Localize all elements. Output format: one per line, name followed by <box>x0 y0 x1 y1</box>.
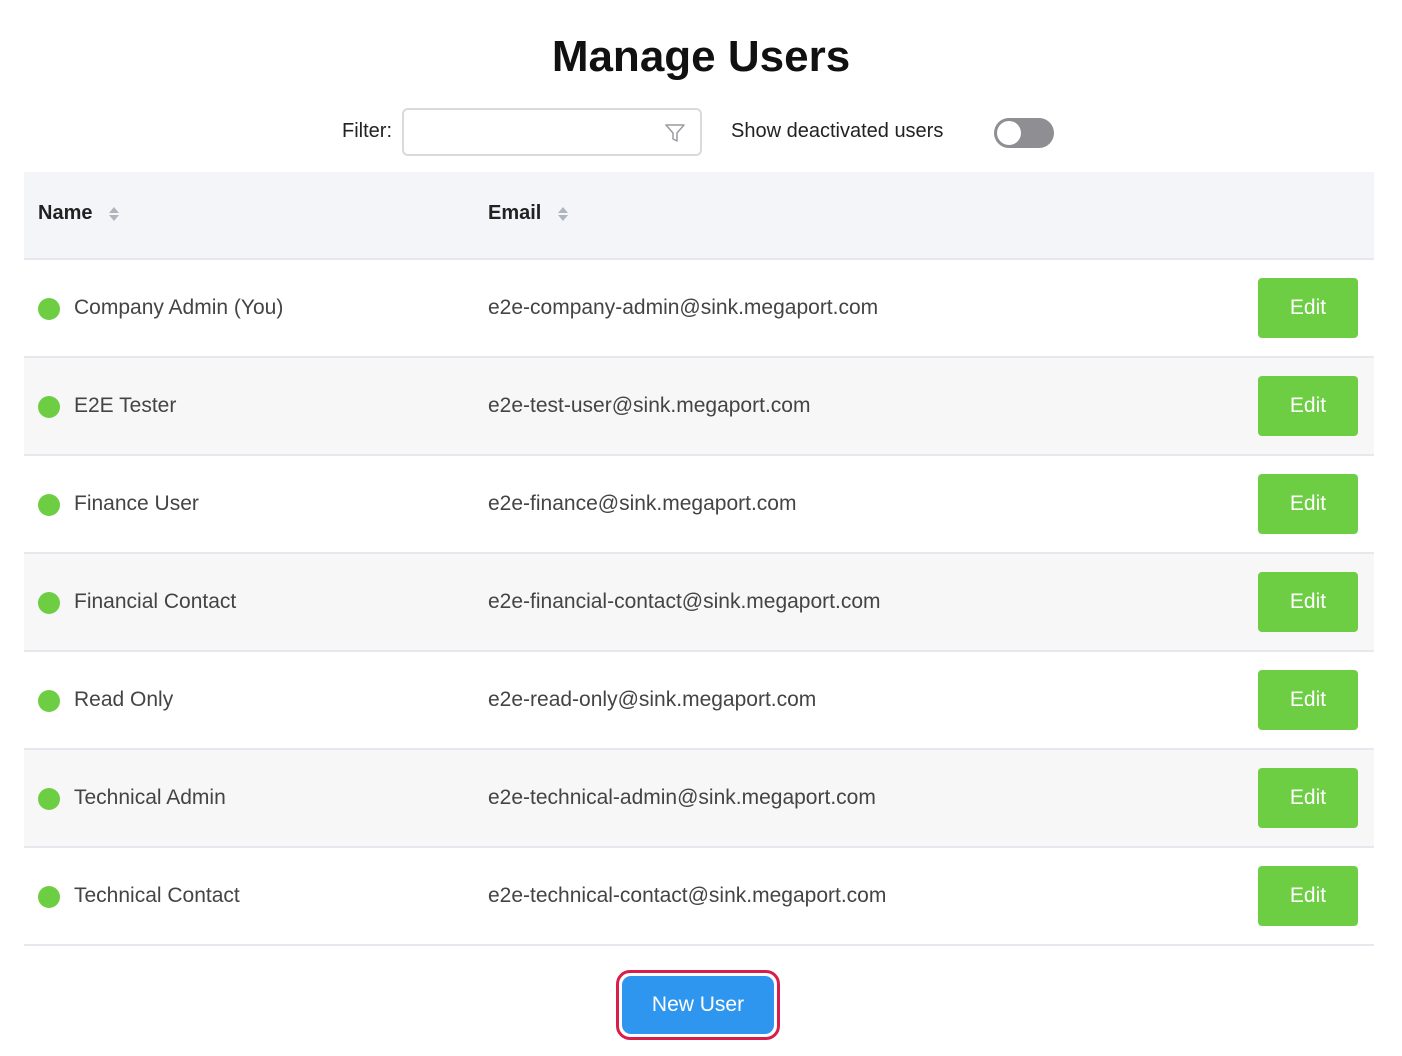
user-name: Financial Contact <box>74 590 237 613</box>
column-header-name[interactable]: Name <box>38 202 120 225</box>
filter-field[interactable] <box>402 108 702 156</box>
table-row: Financial Contact e2e-financial-contact@… <box>24 554 1374 652</box>
column-header-email-label: Email <box>488 202 542 224</box>
column-header-name-label: Name <box>38 202 93 224</box>
users-table: Name Email Company Admin (You) e2e-compa… <box>24 172 1374 946</box>
filter-input[interactable] <box>414 118 654 146</box>
edit-button[interactable]: Edit <box>1258 866 1358 926</box>
edit-button[interactable]: Edit <box>1258 670 1358 730</box>
new-user-highlight: New User <box>616 970 780 1040</box>
user-email: e2e-company-admin@sink.megaport.com <box>488 296 879 319</box>
user-name: Technical Admin <box>74 786 226 809</box>
table-row: Finance User e2e-finance@sink.megaport.c… <box>24 456 1374 554</box>
user-email: e2e-technical-contact@sink.megaport.com <box>488 884 887 907</box>
status-active-icon <box>38 592 60 614</box>
user-name: Technical Contact <box>74 884 240 907</box>
edit-button[interactable]: Edit <box>1258 376 1358 436</box>
user-name: Company Admin (You) <box>74 296 284 319</box>
page-title: Manage Users <box>551 32 851 81</box>
status-active-icon <box>38 788 60 810</box>
status-active-icon <box>38 494 60 516</box>
show-deactivated-label: Show deactivated users <box>731 120 944 142</box>
status-active-icon <box>38 396 60 418</box>
status-active-icon <box>38 298 60 320</box>
status-active-icon <box>38 690 60 712</box>
show-deactivated-toggle[interactable] <box>994 118 1054 148</box>
funnel-icon <box>665 124 685 142</box>
manage-users-page: Manage Users Filter: Show deactivated us… <box>0 0 1402 1056</box>
new-user-button[interactable]: New User <box>622 976 774 1034</box>
user-email: e2e-financial-contact@sink.megaport.com <box>488 590 881 613</box>
edit-button[interactable]: Edit <box>1258 768 1358 828</box>
table-row: Technical Admin e2e-technical-admin@sink… <box>24 750 1374 848</box>
sort-icon <box>557 206 568 221</box>
sort-icon <box>109 206 120 221</box>
status-active-icon <box>38 886 60 908</box>
filter-toolbar: Filter: Show deactivated users <box>0 108 1402 156</box>
edit-button[interactable]: Edit <box>1258 572 1358 632</box>
user-name: Finance User <box>74 492 199 515</box>
edit-button[interactable]: Edit <box>1258 278 1358 338</box>
edit-button[interactable]: Edit <box>1258 474 1358 534</box>
column-header-email[interactable]: Email <box>488 202 569 225</box>
user-name: Read Only <box>74 688 174 711</box>
table-row: E2E Tester e2e-test-user@sink.megaport.c… <box>24 358 1374 456</box>
table-header: Name Email <box>24 172 1374 260</box>
filter-label: Filter: <box>342 120 392 142</box>
table-row: Company Admin (You) e2e-company-admin@si… <box>24 260 1374 358</box>
table-row: Technical Contact e2e-technical-contact@… <box>24 848 1374 946</box>
user-name: E2E Tester <box>74 394 177 417</box>
user-email: e2e-read-only@sink.megaport.com <box>488 688 817 711</box>
user-email: e2e-technical-admin@sink.megaport.com <box>488 786 876 809</box>
user-email: e2e-test-user@sink.megaport.com <box>488 394 811 417</box>
table-row: Read Only e2e-read-only@sink.megaport.co… <box>24 652 1374 750</box>
user-email: e2e-finance@sink.megaport.com <box>488 492 797 515</box>
toggle-knob <box>997 121 1021 145</box>
